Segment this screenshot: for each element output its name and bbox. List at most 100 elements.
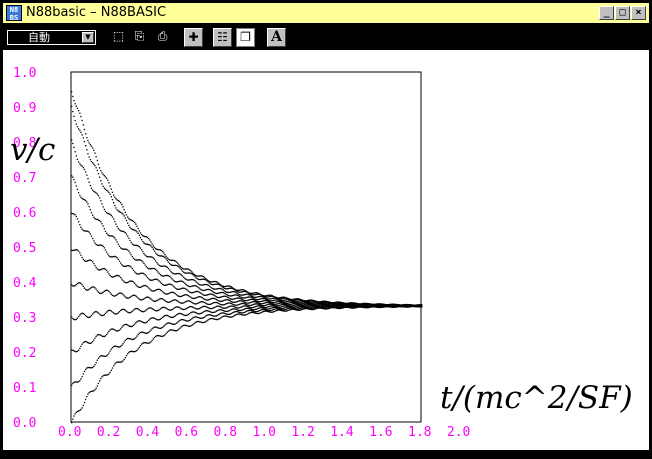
data-point: [81, 312, 83, 314]
basic-graphics-canvas[interactable]: 0.0 0.1 0.2 0.3 0.4 0.5 0.6 0.7 0.8 0.9 1.0 0.0 0.2 0…: [3, 50, 649, 450]
data-point: [237, 307, 240, 309]
data-point: [263, 310, 265, 312]
data-point: [209, 289, 212, 291]
data-point: [144, 243, 146, 245]
data-point: [131, 256, 133, 258]
data-point: [113, 202, 115, 204]
data-point: [127, 249, 129, 251]
data-point: [174, 260, 177, 262]
data-point: [270, 305, 272, 307]
data-point: [104, 312, 107, 314]
x-tick-label: 1.8: [408, 425, 431, 440]
data-point: [197, 302, 199, 304]
mode-select[interactable]: 自動 ▼: [7, 30, 96, 45]
data-point: [130, 266, 132, 268]
data-point: [117, 258, 119, 260]
data-point: [110, 293, 112, 295]
data-point: [255, 305, 257, 308]
data-point: [120, 247, 122, 249]
data-point: [113, 312, 115, 314]
data-point: [72, 418, 74, 420]
window-mode-button[interactable]: ❐: [236, 28, 255, 47]
data-point: [176, 264, 178, 267]
data-point: [207, 319, 209, 321]
data-point: [167, 301, 170, 303]
data-point: [234, 301, 236, 303]
data-point: [253, 312, 255, 314]
data-point: [230, 305, 233, 307]
data-point: [295, 299, 297, 301]
copy-button[interactable]: ⎘: [130, 28, 149, 47]
minimize-button[interactable]: _: [599, 6, 614, 20]
data-point: [118, 229, 121, 231]
data-point: [90, 212, 93, 214]
data-point: [290, 301, 292, 304]
fit-window-button[interactable]: ✚: [184, 28, 203, 47]
maximize-button[interactable]: □: [615, 6, 630, 20]
data-point: [150, 256, 152, 258]
data-point: [223, 299, 226, 301]
data-point: [95, 167, 97, 169]
data-point: [302, 308, 304, 310]
data-point: [94, 242, 96, 244]
x-tick-label: 0.8: [214, 425, 237, 440]
data-point: [414, 304, 416, 306]
data-point: [253, 309, 255, 311]
data-point: [223, 295, 226, 297]
data-point: [85, 145, 87, 147]
data-point: [165, 255, 167, 257]
data-point: [102, 268, 104, 270]
close-button[interactable]: ×: [631, 6, 646, 20]
data-point: [123, 308, 125, 311]
data-point: [134, 323, 136, 325]
data-point: [95, 192, 97, 194]
data-point: [244, 293, 247, 296]
data-point: [127, 297, 129, 299]
paste-button[interactable]: ⎙: [153, 28, 172, 47]
data-point: [249, 302, 251, 304]
data-point: [86, 396, 88, 398]
data-point: [93, 365, 95, 367]
data-point: [78, 221, 80, 223]
font-button[interactable]: A: [267, 28, 286, 47]
data-point: [346, 302, 348, 304]
data-point: [143, 253, 145, 255]
data-point: [134, 229, 136, 231]
data-point: [253, 301, 255, 303]
app-icon[interactable]: N8 BS: [6, 5, 22, 22]
data-point: [100, 170, 102, 172]
data-point: [372, 303, 374, 306]
data-point: [227, 288, 229, 290]
data-point: [81, 134, 83, 136]
data-point: [71, 139, 73, 141]
data-point: [213, 318, 215, 320]
data-point: [185, 300, 187, 303]
data-point: [298, 302, 300, 304]
data-point: [228, 299, 230, 301]
data-point: [386, 304, 388, 306]
data-point: [157, 319, 159, 321]
title-bar[interactable]: N8 BS N88basic – N88BASIC _ □ ×: [3, 3, 649, 24]
data-point: [281, 309, 283, 311]
select-rect-button[interactable]: ⬚: [109, 28, 128, 47]
data-point: [171, 300, 173, 302]
data-point: [284, 309, 286, 311]
data-point: [207, 294, 209, 296]
data-point: [353, 302, 355, 304]
data-point: [78, 192, 80, 194]
chevron-down-icon[interactable]: ▼: [82, 32, 94, 43]
data-point: [111, 311, 114, 313]
data-point: [186, 314, 188, 316]
data-point: [260, 312, 262, 314]
properties-button[interactable]: ☷: [213, 28, 232, 47]
data-point: [129, 239, 131, 242]
data-point: [111, 276, 114, 278]
data-point: [139, 236, 142, 239]
data-point: [265, 295, 268, 297]
data-point: [164, 257, 166, 259]
data-point: [155, 318, 157, 320]
data-point: [172, 323, 174, 325]
data-point: [101, 314, 103, 317]
data-point: [129, 325, 131, 327]
data-point: [409, 304, 411, 306]
